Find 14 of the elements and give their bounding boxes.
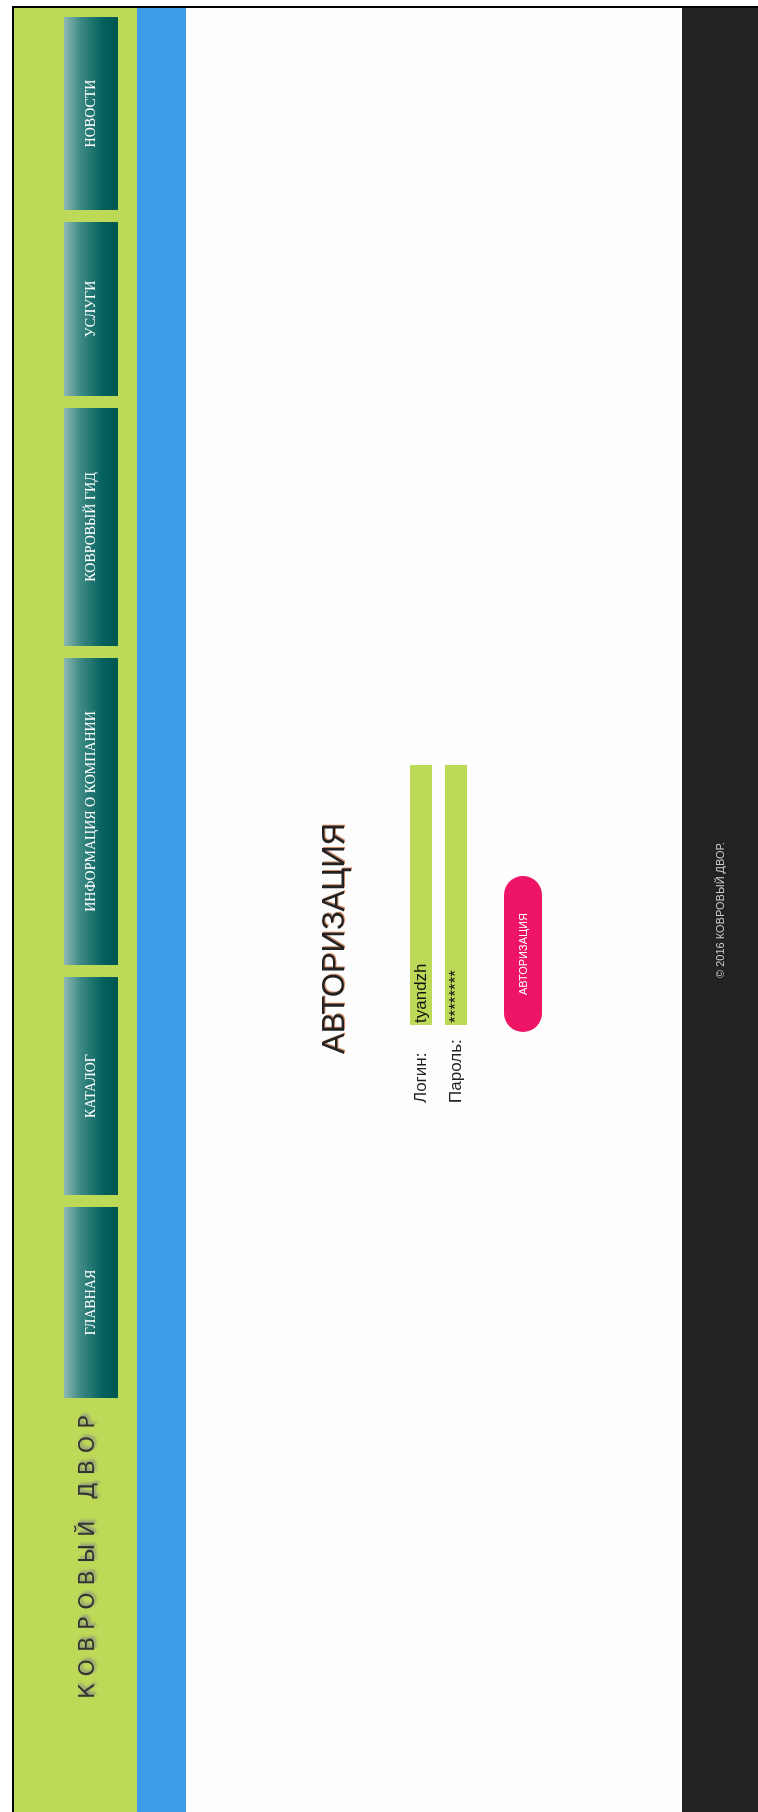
copyright-text: © 2016 КОВРОВЫЙ ДВОР. [714,842,726,978]
input-field[interactable]: tyandzh [410,765,432,1025]
field-label: Пароль: [446,1038,466,1103]
field-label: Логин: [411,1051,431,1103]
nav-button[interactable]: ГЛАВНАЯ [64,1207,118,1398]
nav-button[interactable]: КАТАЛОГ [64,977,118,1195]
nav-button[interactable]: УСЛУГИ [64,222,118,396]
nav-button[interactable]: ИНФОРМАЦИЯ О КОМПАНИИ [64,658,118,965]
nav-button[interactable]: КОВРОВЫЙ ГИД [64,408,118,646]
site-logo[interactable]: КОВРОВЫЙ ДВОР [70,1402,108,1701]
input-field[interactable]: ******** [445,765,467,1025]
login-button[interactable]: АВТОРИЗАЦИЯ [504,876,542,1032]
nav-button[interactable]: НОВОСТИ [64,17,118,210]
page-title: АВТОРИЗАЦИЯ [316,822,352,1054]
